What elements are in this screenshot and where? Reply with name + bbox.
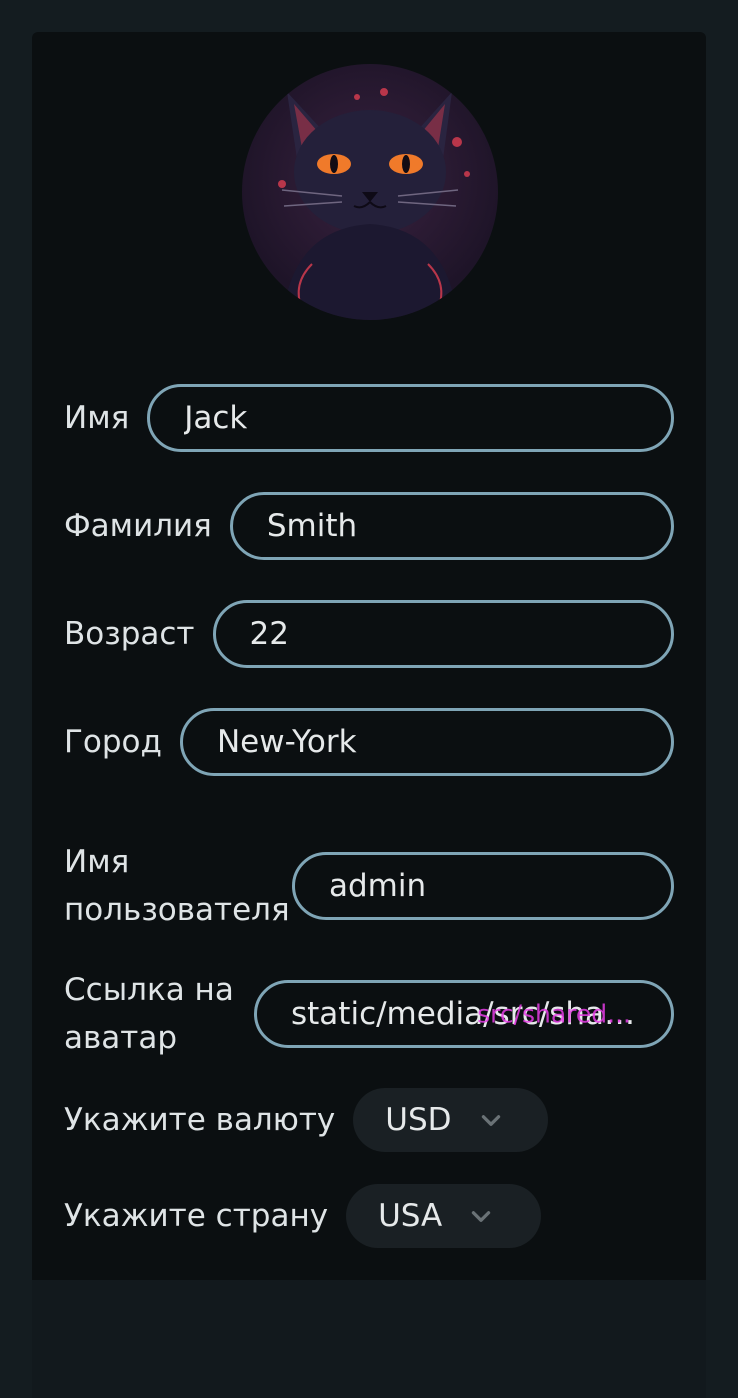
- username-label: Имя пользователя: [64, 844, 290, 928]
- profile-card: Имя Jack Фамилия Smith Возраст 22 Город …: [32, 32, 706, 1398]
- country-row: Укажите страну USA: [64, 1184, 674, 1248]
- first-name-label: Имя: [64, 400, 130, 436]
- last-name-value: Smith: [266, 508, 358, 544]
- profile-avatar: [242, 64, 498, 320]
- age-field[interactable]: 22: [212, 600, 674, 668]
- last-name-field[interactable]: Smith: [229, 492, 674, 560]
- country-label: Укажите страну: [64, 1198, 329, 1234]
- country-value: USA: [378, 1198, 443, 1234]
- age-value: 22: [249, 616, 289, 652]
- username-value: admin: [329, 868, 427, 904]
- city-row: Город New-York: [64, 708, 674, 776]
- age-row: Возраст 22: [64, 600, 674, 668]
- username-row: Имя пользователя admin: [64, 838, 674, 934]
- currency-label: Укажите валюту: [64, 1102, 336, 1138]
- first-name-value: Jack: [184, 400, 248, 436]
- age-label: Возраст: [64, 616, 195, 652]
- country-select[interactable]: USA: [346, 1184, 542, 1248]
- city-label: Город: [64, 724, 162, 760]
- city-field[interactable]: New-York: [179, 708, 674, 776]
- currency-value: USD: [385, 1102, 452, 1138]
- avatar-link-field[interactable]: static/media/src/share... src/shared...: [254, 980, 674, 1048]
- last-name-label: Фамилия: [64, 508, 212, 544]
- avatar-link-value: static/media/src/share...: [291, 996, 637, 1032]
- last-name-row: Фамилия Smith: [64, 492, 674, 560]
- chevron-down-icon: [472, 1211, 491, 1222]
- avatar-link-label: Ссылка на аватар: [64, 972, 234, 1056]
- currency-select[interactable]: USD: [353, 1088, 549, 1152]
- username-field[interactable]: admin: [292, 852, 674, 920]
- first-name-field[interactable]: Jack: [147, 384, 674, 452]
- avatar-link-row: Ссылка на аватар static/media/src/share.…: [64, 966, 674, 1062]
- currency-row: Укажите валюту USD: [64, 1088, 674, 1152]
- city-value: New-York: [216, 724, 357, 760]
- chevron-down-icon: [481, 1115, 500, 1126]
- first-name-row: Имя Jack: [64, 384, 674, 452]
- cat-avatar-illustration: [278, 88, 470, 320]
- card-footer-area: [32, 1280, 706, 1398]
